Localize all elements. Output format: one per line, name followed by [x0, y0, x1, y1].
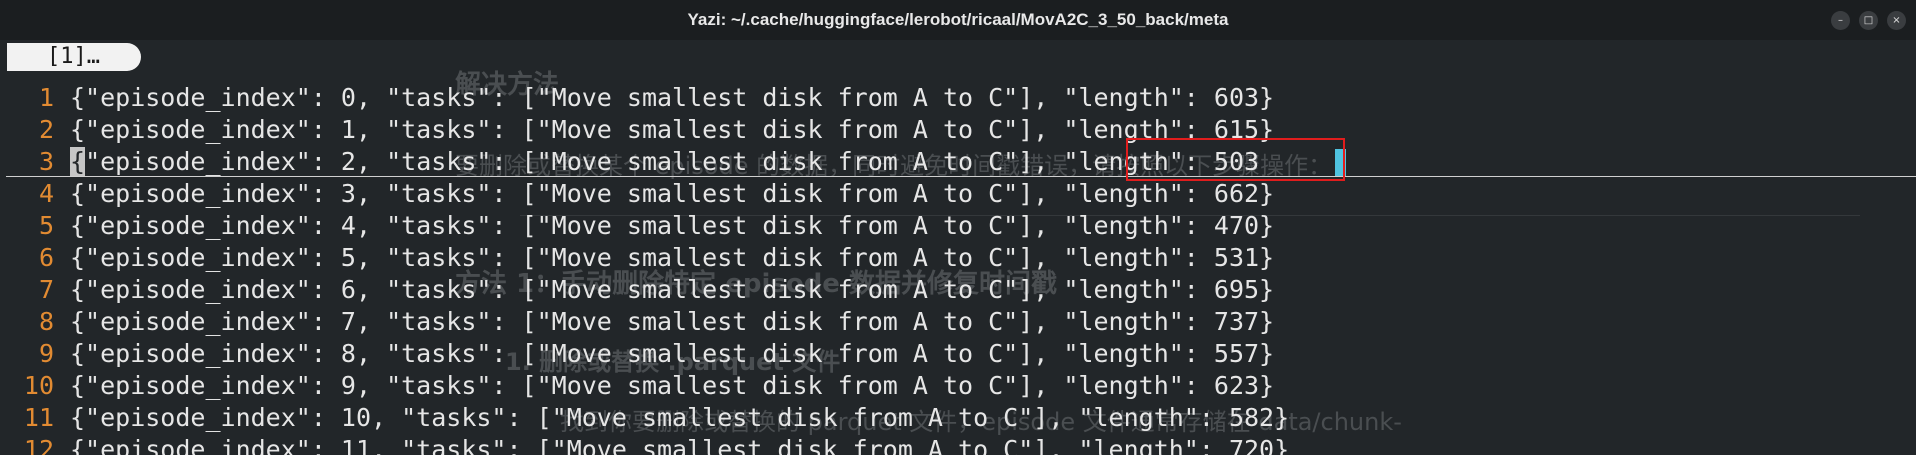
line-text: {"episode_index": 3, "tasks": ["Move sma…: [70, 179, 1275, 208]
editor-line[interactable]: 2 {"episode_index": 1, "tasks": ["Move sm…: [0, 114, 1916, 146]
close-button[interactable]: ×: [1887, 11, 1906, 30]
line-number: 9: [38, 339, 54, 368]
editor-line[interactable]: 8 {"episode_index": 7, "tasks": ["Move sm…: [0, 306, 1916, 338]
line-number: 2: [38, 115, 54, 144]
editor-line[interactable]: 10 {"episode_index": 9, "tasks": ["Move s…: [0, 370, 1916, 402]
line-text: "episode_index": 2, "tasks": ["Move smal…: [85, 147, 1260, 176]
editor-line[interactable]: 6 {"episode_index": 5, "tasks": ["Move sm…: [0, 242, 1916, 274]
line-number: 7: [38, 275, 54, 304]
editor-line[interactable]: 5 {"episode_index": 4, "tasks": ["Move sm…: [0, 210, 1916, 242]
line-number: 6: [38, 243, 54, 272]
line-text-current: {"episode_index": 2, "tasks": ["Move sma…: [70, 147, 1259, 176]
text-cursor: {: [70, 147, 86, 176]
line-number: 3: [38, 147, 54, 176]
line-number: 5: [38, 211, 54, 240]
editor-line[interactable]: 4 {"episode_index": 3, "tasks": ["Move sm…: [0, 178, 1916, 210]
editor-line[interactable]: 9 {"episode_index": 8, "tasks": ["Move sm…: [0, 338, 1916, 370]
line-number: 11: [23, 403, 54, 432]
line-text: {"episode_index": 11, "tasks": ["Move sm…: [70, 435, 1290, 455]
title-bar[interactable]: Yazi: ~/.cache/huggingface/lerobot/ricaa…: [0, 0, 1916, 40]
line-text: {"episode_index": 0, "tasks": ["Move sma…: [70, 83, 1275, 112]
tab-bar: [1]…: [0, 40, 1916, 74]
line-number: 12: [23, 435, 54, 455]
line-text: {"episode_index": 7, "tasks": ["Move sma…: [70, 307, 1275, 336]
line-number: 8: [38, 307, 54, 336]
editor-line[interactable]: 11 {"episode_index": 10, "tasks": ["Move …: [0, 402, 1916, 434]
maximize-button[interactable]: □: [1859, 11, 1878, 30]
line-number: 1: [38, 83, 54, 112]
line-text: {"episode_index": 6, "tasks": ["Move sma…: [70, 275, 1275, 304]
line-number: 10: [23, 371, 54, 400]
line-text: {"episode_index": 9, "tasks": ["Move sma…: [70, 371, 1275, 400]
editor-line-current[interactable]: 3 {"episode_index": 2, "tasks": ["Move sm…: [0, 146, 1916, 178]
line-text: {"episode_index": 8, "tasks": ["Move sma…: [70, 339, 1275, 368]
annotation-highlight-box: [1126, 138, 1345, 181]
minimize-button[interactable]: –: [1831, 11, 1850, 30]
editor-line[interactable]: 12 {"episode_index": 11, "tasks": ["Move …: [0, 434, 1916, 455]
editor-line[interactable]: 7 {"episode_index": 6, "tasks": ["Move sm…: [0, 274, 1916, 306]
window-title: Yazi: ~/.cache/huggingface/lerobot/ricaa…: [687, 10, 1229, 29]
tab-1[interactable]: [1]…: [7, 43, 141, 71]
line-text: {"episode_index": 1, "tasks": ["Move sma…: [70, 115, 1275, 144]
line-number: 4: [38, 179, 54, 208]
line-text: {"episode_index": 5, "tasks": ["Move sma…: [70, 243, 1275, 272]
terminal-window: Yazi: ~/.cache/huggingface/lerobot/ricaa…: [0, 0, 1916, 455]
line-text: {"episode_index": 4, "tasks": ["Move sma…: [70, 211, 1275, 240]
window-controls: – □ ×: [1831, 11, 1906, 30]
line-text: {"episode_index": 10, "tasks": ["Move sm…: [70, 403, 1290, 432]
editor-pane[interactable]: 1 {"episode_index": 0, "tasks": ["Move sm…: [0, 82, 1916, 455]
editor-line[interactable]: 1 {"episode_index": 0, "tasks": ["Move sm…: [0, 82, 1916, 114]
